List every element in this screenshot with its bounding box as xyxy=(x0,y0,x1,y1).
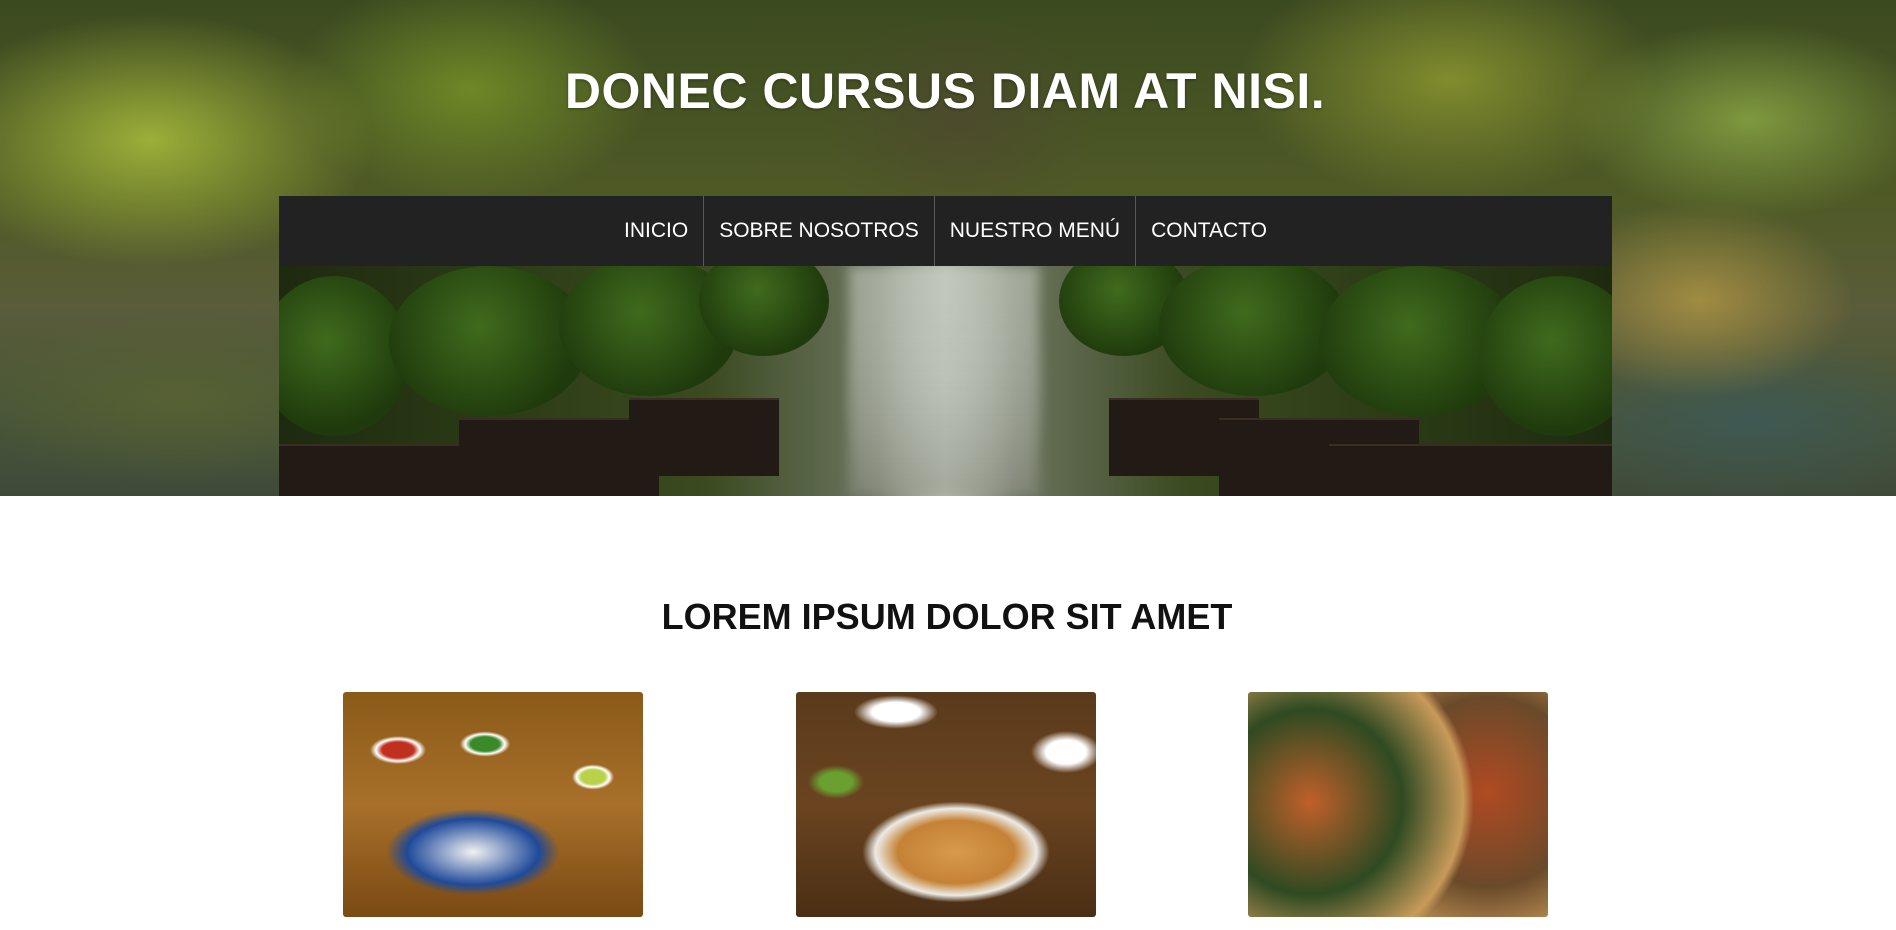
banner-path-highlight xyxy=(849,266,1039,496)
nav-item-sobre-nosotros[interactable]: SOBRE NOSOTROS xyxy=(704,196,934,266)
nav-item-contacto[interactable]: CONTACTO xyxy=(1136,196,1282,266)
nav-item-nuestro-menu[interactable]: NUESTRO MENÚ xyxy=(935,196,1135,266)
banner-planter xyxy=(629,398,779,476)
banner-planter xyxy=(1329,444,1612,496)
section-title: LOREM IPSUM DOLOR SIT AMET xyxy=(661,596,1233,637)
nav-item-inicio[interactable]: INICIO xyxy=(609,196,703,266)
banner-tree xyxy=(389,266,589,416)
banner-image xyxy=(279,266,1612,496)
banner-tree xyxy=(279,276,409,436)
card-image-noodle-bowls[interactable] xyxy=(1248,692,1548,917)
card-image-fried-shrimp[interactable] xyxy=(796,692,1096,917)
site-title: DONEC CURSUS DIAM AT NISI. xyxy=(564,63,1326,119)
main-navigation: INICIO SOBRE NOSOTROS NUESTRO MENÚ CONTA… xyxy=(279,196,1612,266)
hero-header: DONEC CURSUS DIAM AT NISI. INICIO SOBRE … xyxy=(0,0,1896,496)
card-image-mexican-food[interactable] xyxy=(343,692,643,917)
